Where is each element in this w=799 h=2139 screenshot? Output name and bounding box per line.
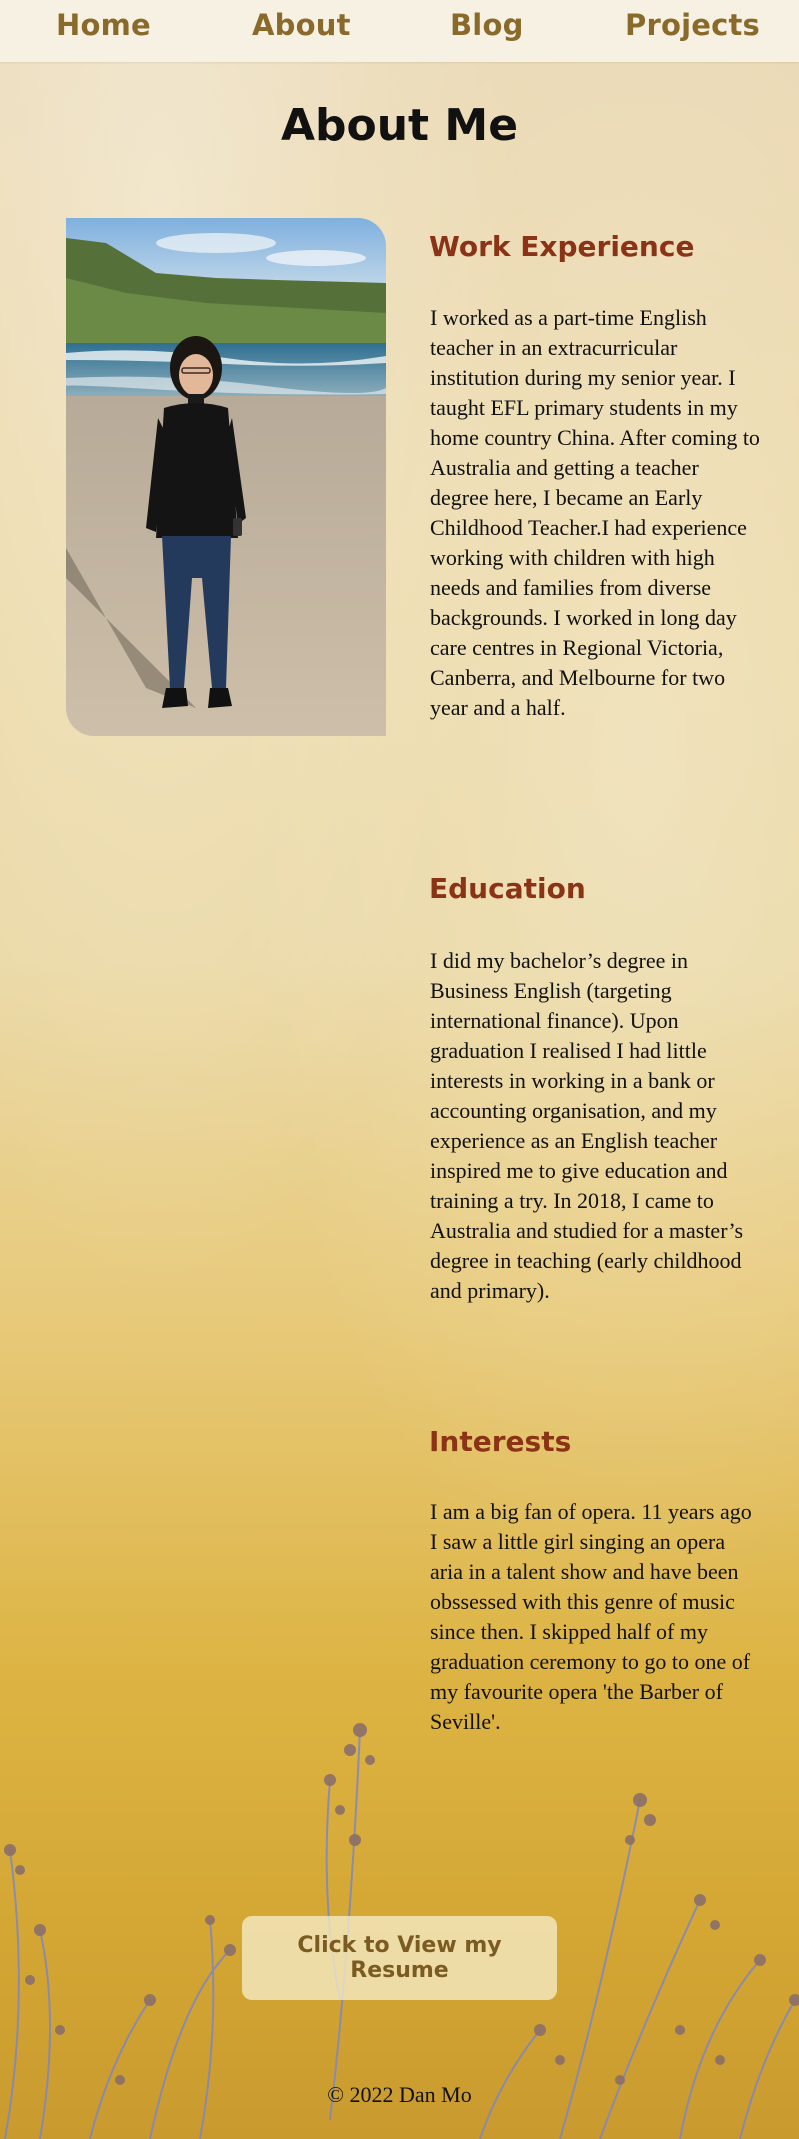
nav-link-projects[interactable]: Projects xyxy=(625,8,760,42)
nav-link-about[interactable]: About xyxy=(252,8,351,42)
education-text: I did my bachelor’s degree in Business E… xyxy=(430,948,744,1303)
interests-heading: Interests xyxy=(429,1425,572,1458)
nav-link-blog[interactable]: Blog xyxy=(450,8,524,42)
profile-photo xyxy=(66,218,386,736)
page-title: About Me xyxy=(280,100,519,151)
footer-copyright: © 2022 Dan Mo xyxy=(327,2082,472,2107)
nav-link-home[interactable]: Home xyxy=(56,8,151,42)
view-resume-button[interactable]: Click to View my Resume xyxy=(242,1916,557,2000)
interests-text: I am a big fan of opera. 11 years ago I … xyxy=(430,1499,752,1734)
work-experience-text: I worked as a part-time English teacher … xyxy=(430,305,760,720)
work-experience-heading: Work Experience xyxy=(429,230,695,263)
top-navbar: Home About Blog Projects xyxy=(0,0,799,62)
education-heading: Education xyxy=(429,872,586,905)
